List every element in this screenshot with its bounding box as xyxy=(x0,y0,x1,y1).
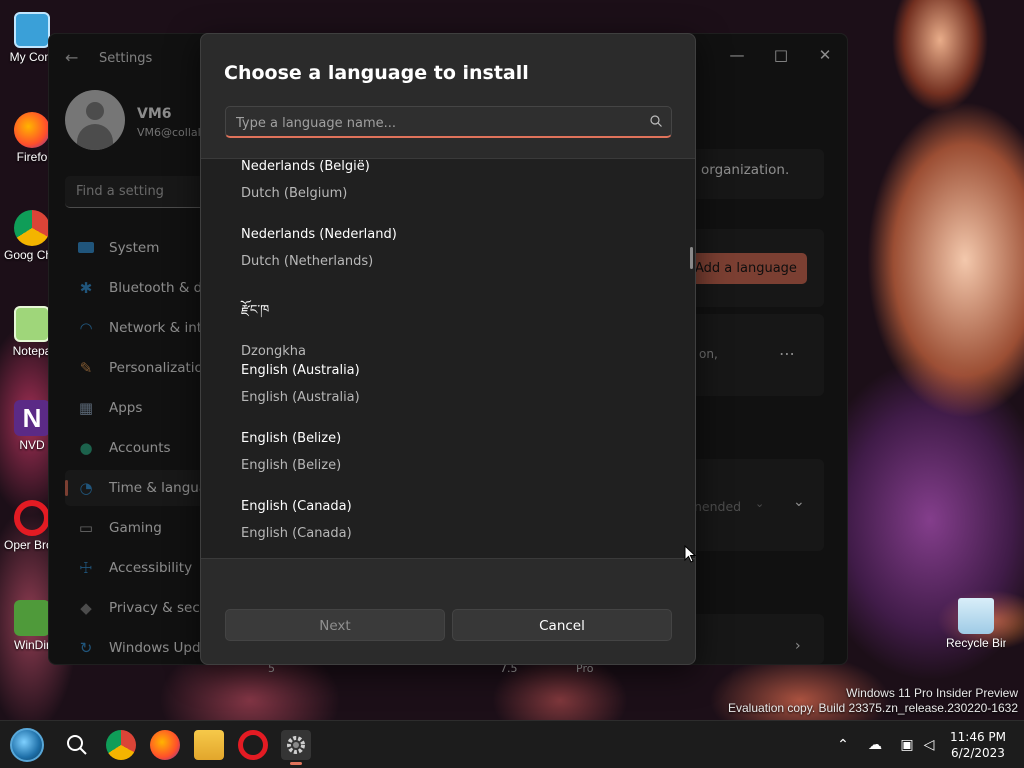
monitor-icon xyxy=(14,12,50,48)
firefox-icon xyxy=(14,112,50,148)
search-icon[interactable] xyxy=(62,730,92,760)
onedrive-icon[interactable]: ☁ xyxy=(866,736,884,754)
desktop-icon-recycle-bin[interactable]: Recycle Bin xyxy=(946,598,1006,650)
mouse-cursor-icon xyxy=(684,545,696,563)
next-button[interactable]: Next xyxy=(225,609,445,641)
watermark-line-1: Windows 11 Pro Insider Preview xyxy=(846,686,1018,700)
file-explorer-icon[interactable] xyxy=(194,730,224,760)
opera-icon[interactable] xyxy=(238,730,268,760)
language-list[interactable]: Nederlands (België) Dutch (Belgium) Nede… xyxy=(201,158,695,559)
notepad-icon xyxy=(14,306,50,342)
volume-icon[interactable]: ◁ xyxy=(920,736,938,754)
chevron-up-icon[interactable]: ⌃ xyxy=(834,736,852,754)
list-item[interactable]: Nederlands (Nederland) Dutch (Netherland… xyxy=(241,227,681,269)
chrome-icon[interactable] xyxy=(106,730,136,760)
clock[interactable]: 11:46 PM 6/2/2023 xyxy=(950,729,1006,761)
dialog-title: Choose a language to install xyxy=(224,62,529,84)
start-button-icon[interactable] xyxy=(10,728,44,762)
scrollbar-thumb[interactable] xyxy=(690,247,693,269)
taskbar: ⌃ ☁ ▣ ◁ 11:46 PM 6/2/2023 xyxy=(0,720,1024,768)
cancel-button[interactable]: Cancel xyxy=(452,609,672,641)
watermark-line-2: Evaluation copy. Build 23375.zn_release.… xyxy=(728,701,1018,715)
language-search-input[interactable] xyxy=(236,113,636,133)
list-item[interactable]: English (Canada) English (Canada) xyxy=(241,499,681,541)
opera-icon xyxy=(14,500,50,536)
list-item[interactable]: English (Australia) English (Australia) xyxy=(241,363,681,405)
search-icon xyxy=(650,115,662,127)
clock-time: 11:46 PM xyxy=(950,730,1006,744)
network-icon[interactable]: ▣ xyxy=(898,736,916,754)
list-item[interactable]: English (Belize) English (Belize) xyxy=(241,431,681,473)
recycle-bin-icon xyxy=(958,598,994,634)
language-search-box[interactable] xyxy=(225,106,672,138)
list-item[interactable]: རྫོང་ཁ Dzongkha xyxy=(241,295,681,359)
settings-gear-icon[interactable] xyxy=(281,730,311,765)
windirstat-icon xyxy=(14,600,50,636)
chrome-icon xyxy=(14,210,50,246)
firefox-icon[interactable] xyxy=(150,730,180,760)
choose-language-dialog: Choose a language to install Nederlands … xyxy=(200,33,696,665)
list-item[interactable]: Nederlands (België) Dutch (Belgium) xyxy=(241,159,681,201)
nvda-icon: N xyxy=(14,400,50,436)
clock-date: 6/2/2023 xyxy=(951,746,1005,760)
